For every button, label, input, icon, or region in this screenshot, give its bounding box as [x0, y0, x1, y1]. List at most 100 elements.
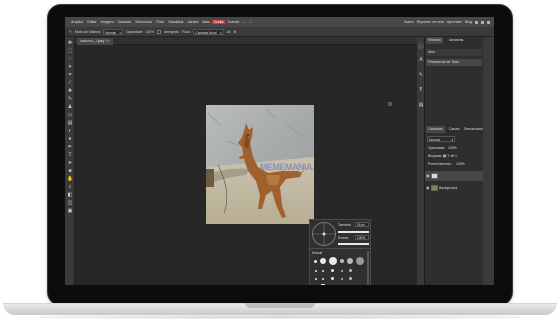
link-report-bug[interactable]: Reportar um erro [417, 20, 444, 24]
layer-blend-mode-select[interactable]: Normal [427, 136, 455, 143]
photopea-screen: Arquivo Editar Imagem Camada Selecionar … [65, 17, 494, 285]
brush-preset[interactable] [331, 277, 334, 280]
layer-row-text[interactable]: ◉ [425, 171, 483, 181]
brush-preset[interactable] [341, 270, 343, 272]
brush-preset[interactable] [322, 270, 324, 272]
layer-row-background[interactable]: ◉ Background [425, 183, 483, 193]
info-panel-icon[interactable]: ⓘ [418, 44, 424, 50]
brush-hardness-input[interactable]: 100% [355, 235, 369, 240]
eye-icon[interactable]: ◉ [426, 171, 430, 181]
css-panel-icon[interactable]: ▤ [418, 102, 424, 108]
layer-thumbnail [431, 173, 438, 179]
brush-preset[interactable] [347, 258, 353, 264]
brush-preset[interactable] [329, 257, 337, 265]
menu-file[interactable]: Arquivo [69, 20, 85, 24]
brush-preset[interactable] [356, 257, 364, 265]
menu-filter[interactable]: Filtro [154, 20, 166, 24]
close-icon[interactable]: × [108, 39, 110, 43]
path-select-icon[interactable]: ➤ [67, 160, 73, 166]
brush-preset[interactable] [341, 278, 343, 280]
quick-mask-icon[interactable]: ◫ [67, 200, 73, 206]
crop-tool-icon[interactable]: ⌗ [67, 72, 73, 78]
layer-thumbnail [431, 185, 438, 191]
layer-opacity-value[interactable]: 100% [446, 145, 457, 152]
laptop-notch [245, 303, 315, 308]
brush-preset[interactable] [315, 278, 317, 280]
twitter-icon[interactable] [481, 20, 484, 24]
clone-stamp-icon[interactable]: ♟ [67, 104, 73, 110]
airbrush-checkbox[interactable] [157, 29, 162, 34]
layer-fill-value[interactable]: 100% [454, 161, 465, 168]
history-item-open[interactable]: Abrir [426, 49, 482, 56]
menu-select[interactable]: Selecionar [133, 20, 154, 24]
brush-preset[interactable] [320, 258, 326, 264]
character-panel-icon[interactable]: A [418, 57, 424, 63]
eraser-icon[interactable]: ▭ [67, 112, 73, 118]
history-item-text-tool[interactable]: Ferramenta de Texto [426, 59, 482, 66]
blur-tool-icon[interactable]: ◐ [67, 128, 73, 134]
sample-select[interactable]: Camada Atual [193, 28, 224, 36]
brush-preset[interactable] [321, 284, 325, 285]
dodge-tool-icon[interactable]: ● [67, 136, 73, 142]
link-learn[interactable]: Aprender [447, 20, 462, 24]
brush-preset[interactable] [349, 277, 352, 280]
menu-layer[interactable]: Camada [116, 20, 134, 24]
screen-mode-icon[interactable]: ▣ [67, 208, 73, 214]
menu-account[interactable]: Conta [211, 20, 226, 24]
brush-preset[interactable] [349, 269, 352, 272]
document-tab[interactable]: cachorro_1.jpeg * × [77, 38, 113, 45]
facebook-icon[interactable] [487, 20, 490, 24]
blend-mode-select[interactable]: Normal [103, 28, 124, 36]
menu-view[interactable]: Visualizar [166, 20, 186, 24]
right-edge-bar [483, 37, 494, 285]
marquee-tool-icon[interactable]: ⬚ [67, 48, 73, 54]
menu-large[interactable]: Grande [225, 20, 241, 24]
brush-preset[interactable] [331, 269, 334, 272]
tab-history[interactable]: Histórico [426, 37, 444, 44]
move-tool-icon[interactable]: ✥ [67, 40, 73, 46]
magic-wand-icon[interactable]: ✦ [67, 64, 73, 70]
menu-window[interactable]: Janela [186, 20, 201, 24]
tab-layers[interactable]: Camadas [426, 126, 445, 133]
brush-mode-label: Modo de Mistura [74, 29, 101, 34]
menu-image[interactable]: Imagem [99, 20, 116, 24]
github-icon[interactable] [475, 20, 478, 24]
lasso-tool-icon[interactable]: ◌ [67, 56, 73, 62]
brush-tool-icon[interactable]: ✎ [69, 30, 72, 34]
gradient-icon[interactable]: ▤ [67, 120, 73, 126]
brush-size-input[interactable]: 15 px [355, 222, 369, 227]
brush-preset-folder-label[interactable]: Default [312, 251, 322, 255]
pen-tool-icon[interactable]: ✒ [67, 144, 73, 150]
fullscreen-icon[interactable]: ⛶ [247, 20, 254, 24]
brush-preset-scrollbar[interactable] [367, 251, 369, 285]
brush-icon[interactable]: ✎ [67, 96, 73, 102]
brush-preset[interactable] [314, 260, 317, 263]
foreground-color-swatch[interactable]: ◧ [67, 192, 73, 198]
type-tool-icon[interactable]: T [67, 152, 73, 158]
link-blog[interactable]: Blog [465, 20, 472, 24]
brush-preset[interactable] [322, 278, 324, 280]
lock-icon[interactable]: ▦ ✎ ✥ ⚿ [441, 153, 457, 160]
link-about[interactable]: Sobre [404, 20, 414, 24]
brush-hardness-slider[interactable] [338, 243, 369, 245]
brush-preset-popup: Tamanho 15 px Dureza 100% Default [309, 219, 371, 285]
brush-panel-icon[interactable]: ✎ [418, 72, 424, 78]
zoom-tool-icon[interactable]: ⌕ [67, 184, 73, 190]
dog-photo[interactable]: MEMEMANIA.COM [206, 105, 314, 224]
brush-preset[interactable] [315, 270, 317, 272]
shape-tool-icon[interactable]: ■ [67, 168, 73, 174]
brush-preset[interactable] [340, 259, 344, 263]
hand-tool-icon[interactable]: ✋ [67, 176, 73, 182]
tab-swatches[interactable]: Amostras [447, 37, 465, 44]
menu-more[interactable]: Mais [200, 20, 212, 24]
opacity-value[interactable]: 100% [145, 30, 154, 34]
tab-channels[interactable]: Canais [447, 126, 462, 133]
eyedropper-icon[interactable]: ⁄ [67, 80, 73, 86]
brush-size-slider[interactable] [338, 231, 369, 233]
eye-icon[interactable]: ◉ [426, 183, 430, 193]
settings-icon[interactable]: ⚙ [233, 30, 236, 34]
healing-tool-icon[interactable]: ✚ [67, 88, 73, 94]
menu-edit[interactable]: Editar [85, 20, 98, 24]
paragraph-panel-icon[interactable]: ¶ [418, 87, 424, 93]
brush-size-label: Tamanho [338, 223, 352, 227]
